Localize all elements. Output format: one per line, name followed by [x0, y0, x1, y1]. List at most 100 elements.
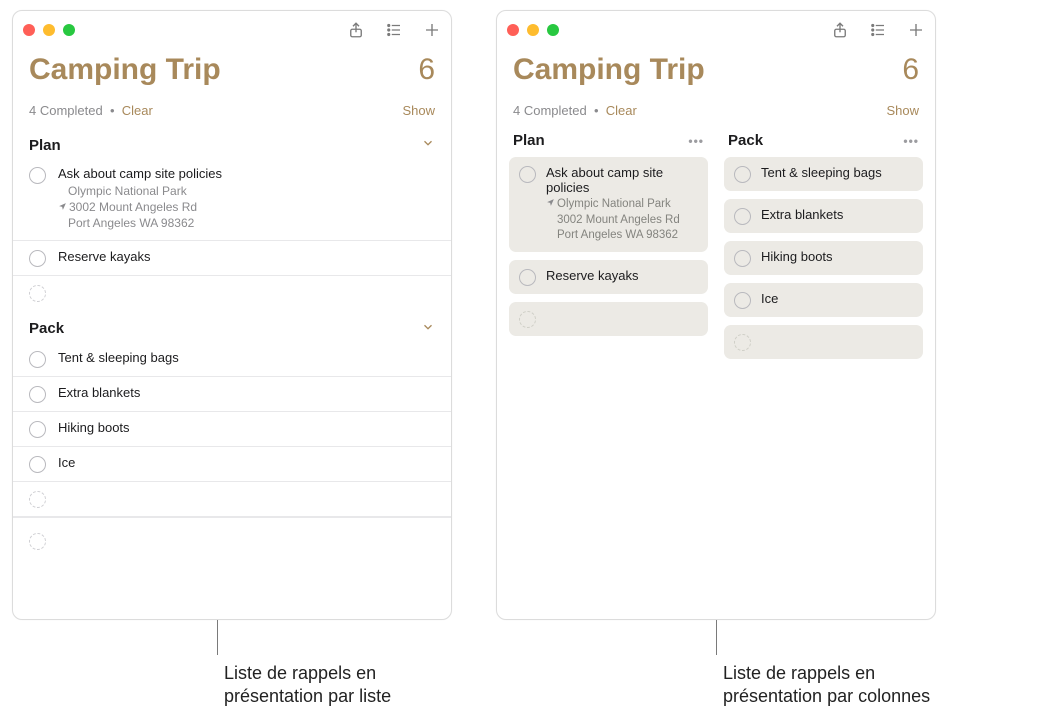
titlebar: [13, 11, 451, 49]
maximize-icon[interactable]: [63, 24, 75, 36]
caption-text: Liste de rappels en présentation par lis…: [12, 626, 452, 709]
reminder-title: Tent & sleeping bags: [761, 165, 882, 180]
traffic-lights: [23, 24, 75, 36]
more-icon[interactable]: •••: [688, 134, 704, 148]
show-link[interactable]: Show: [402, 103, 435, 118]
reminder-title: Ice: [761, 291, 778, 306]
maximize-icon[interactable]: [547, 24, 559, 36]
columns-body: Plan ••• Ask about camp site policies Ol…: [497, 124, 935, 367]
reminder-row[interactable]: Hiking boots: [13, 412, 451, 447]
share-icon[interactable]: [347, 21, 365, 39]
checkbox-circle[interactable]: [29, 456, 46, 473]
new-reminder-placeholder[interactable]: [13, 276, 451, 316]
minimize-icon[interactable]: [527, 24, 539, 36]
checkbox-circle[interactable]: [29, 421, 46, 438]
reminder-card[interactable]: Ask about camp site policies Olympic Nat…: [509, 157, 708, 252]
checkbox-circle-placeholder[interactable]: [519, 311, 536, 328]
clear-link[interactable]: Clear: [122, 103, 153, 118]
checkbox-circle-placeholder[interactable]: [734, 334, 751, 351]
titlebar: [497, 11, 935, 49]
checkbox-circle[interactable]: [519, 166, 536, 183]
reminder-location: Olympic National Park 3002 Mount Angeles…: [546, 197, 698, 244]
reminder-title: Hiking boots: [761, 249, 833, 264]
reminder-card[interactable]: Hiking boots: [724, 241, 923, 275]
reminder-card[interactable]: Extra blankets: [724, 199, 923, 233]
caption-column-view: Liste de rappels en présentation par col…: [496, 620, 936, 709]
share-icon[interactable]: [831, 21, 849, 39]
reminder-card[interactable]: Reserve kayaks: [509, 260, 708, 294]
reminder-row[interactable]: Tent & sleeping bags: [13, 342, 451, 377]
reminder-title: Reserve kayaks: [58, 249, 150, 264]
reminder-location: Olympic National Park 3002 Mount Angeles…: [58, 183, 222, 232]
checkbox-circle[interactable]: [734, 208, 751, 225]
column-header-plan: Plan •••: [509, 132, 708, 157]
reminder-row[interactable]: Ice: [13, 447, 451, 482]
section-title: Plan: [29, 137, 61, 154]
view-options-icon[interactable]: [385, 21, 403, 39]
reminders-window-list-view: Camping Trip 6 4 Completed • Clear Show …: [12, 10, 452, 620]
checkbox-circle[interactable]: [29, 386, 46, 403]
chevron-down-icon[interactable]: [421, 320, 435, 338]
completed-summary: 4 Completed • Clear: [29, 103, 153, 118]
checkbox-circle[interactable]: [734, 292, 751, 309]
new-reminder-placeholder[interactable]: [724, 325, 923, 359]
callout-tick: [716, 620, 717, 655]
list-count: 6: [902, 53, 919, 87]
list-header: Camping Trip 6 4 Completed • Clear Show: [13, 49, 451, 124]
completed-count: 4 Completed: [29, 103, 103, 118]
new-reminder-placeholder[interactable]: [13, 482, 451, 517]
section-header-pack[interactable]: Pack: [13, 316, 451, 342]
add-icon[interactable]: [907, 21, 925, 39]
section-title: Pack: [29, 320, 64, 337]
checkbox-circle-placeholder[interactable]: [29, 533, 46, 550]
column-title: Plan: [513, 132, 545, 149]
new-reminder-placeholder[interactable]: [509, 302, 708, 336]
reminder-title: Ask about camp site policies: [58, 166, 222, 181]
view-options-icon[interactable]: [869, 21, 887, 39]
column-title: Pack: [728, 132, 763, 149]
clear-link[interactable]: Clear: [606, 103, 637, 118]
checkbox-circle[interactable]: [29, 250, 46, 267]
checkbox-circle[interactable]: [734, 166, 751, 183]
add-icon[interactable]: [423, 21, 441, 39]
reminder-row[interactable]: Ask about camp site policies Olympic Nat…: [13, 158, 451, 241]
list-header: Camping Trip 6 4 Completed • Clear Show: [497, 49, 935, 124]
reminder-title: Tent & sleeping bags: [58, 350, 179, 365]
reminder-title: Ice: [58, 455, 75, 470]
close-icon[interactable]: [23, 24, 35, 36]
reminder-row[interactable]: Reserve kayaks: [13, 241, 451, 276]
traffic-lights: [507, 24, 559, 36]
column-plan: Plan ••• Ask about camp site policies Ol…: [509, 132, 708, 367]
more-icon[interactable]: •••: [903, 134, 919, 148]
reminder-title: Ask about camp site policies: [546, 165, 698, 195]
checkbox-circle[interactable]: [29, 351, 46, 368]
caption-list-view: Liste de rappels en présentation par lis…: [12, 620, 452, 709]
reminder-title: Extra blankets: [761, 207, 843, 222]
list-title: Camping Trip: [29, 53, 221, 87]
checkbox-circle[interactable]: [734, 250, 751, 267]
list-count: 6: [418, 53, 435, 87]
column-pack: Pack ••• Tent & sleeping bags Extra blan…: [724, 132, 923, 367]
reminder-card[interactable]: Tent & sleeping bags: [724, 157, 923, 191]
location-icon: [58, 199, 67, 215]
callout-tick: [217, 620, 218, 655]
column-header-pack: Pack •••: [724, 132, 923, 157]
completed-summary: 4 Completed • Clear: [513, 103, 637, 118]
checkbox-circle-placeholder[interactable]: [29, 285, 46, 302]
chevron-down-icon[interactable]: [421, 136, 435, 154]
show-link[interactable]: Show: [886, 103, 919, 118]
completed-count: 4 Completed: [513, 103, 587, 118]
minimize-icon[interactable]: [43, 24, 55, 36]
checkbox-circle-placeholder[interactable]: [29, 491, 46, 508]
checkbox-circle[interactable]: [29, 167, 46, 184]
reminder-title: Hiking boots: [58, 420, 130, 435]
reminder-title: Extra blankets: [58, 385, 140, 400]
list-title: Camping Trip: [513, 53, 705, 87]
section-header-plan[interactable]: Plan: [13, 132, 451, 158]
reminder-card[interactable]: Ice: [724, 283, 923, 317]
checkbox-circle[interactable]: [519, 269, 536, 286]
new-section-placeholder[interactable]: [13, 517, 451, 565]
reminder-title: Reserve kayaks: [546, 268, 638, 283]
reminder-row[interactable]: Extra blankets: [13, 377, 451, 412]
close-icon[interactable]: [507, 24, 519, 36]
